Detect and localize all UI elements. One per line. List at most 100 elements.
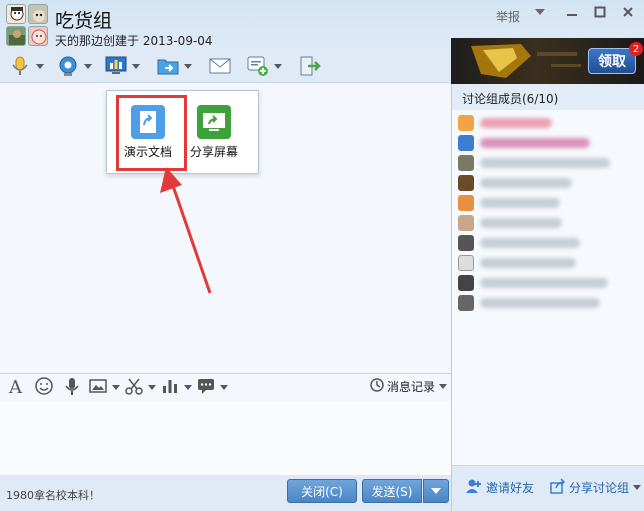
font-icon: A [6,376,26,399]
chevron-down-icon[interactable] [184,63,192,69]
member-name-blurred [480,298,600,308]
share-screen-option[interactable]: 分享屏幕 [179,97,249,169]
list-item[interactable] [458,274,608,292]
scissors-icon [124,376,144,399]
invite-friends-label: 邀请好友 [486,481,535,495]
chevron-down-icon [431,484,441,498]
svg-text:A: A [8,377,23,396]
avatar [458,195,474,211]
chat-bubble-icon [196,376,216,399]
member-name-blurred [480,138,590,148]
list-item[interactable] [458,114,552,132]
member-name-blurred [480,258,576,268]
avatar [458,115,474,131]
avatar [458,155,474,171]
avatar [458,275,474,291]
message-record-label: 消息记录 [387,380,436,394]
member-name-blurred [480,278,608,288]
chevron-down-icon[interactable] [84,63,92,69]
chevron-down-icon[interactable] [132,63,140,69]
add-app-icon [246,54,270,78]
member-name-blurred [480,118,552,128]
email-button[interactable] [208,54,232,78]
send-file-button[interactable] [156,54,192,78]
font-button[interactable]: A [6,376,26,399]
annotation-arrow [160,167,212,294]
share-group-button[interactable]: 分享讨论组 [550,478,642,497]
close-icon[interactable] [622,6,634,22]
list-item[interactable] [458,174,572,192]
list-item[interactable] [458,214,562,232]
smiley-icon [34,376,54,399]
message-input[interactable] [0,401,451,475]
list-item[interactable] [458,234,580,252]
voice-call-button[interactable] [8,54,44,78]
chart-button[interactable] [160,377,192,397]
annotation-highlight-box [116,95,187,171]
folder-arrow-icon [156,54,180,78]
app-add-button[interactable] [246,54,282,78]
clock-icon [370,378,384,395]
exit-group-button[interactable] [298,54,322,78]
list-item[interactable] [458,154,610,172]
share-screen-icon [197,105,231,139]
list-item[interactable] [458,194,560,212]
chevron-down-icon[interactable] [220,384,228,390]
more-tools-button[interactable] [196,377,228,397]
group-subtitle: 天的那边创建于 2013-09-04 [55,34,213,48]
monitor-chart-icon [104,54,128,78]
list-item[interactable] [458,254,576,272]
ad-slogan[interactable]: 1980拿名校本科！ [6,487,100,503]
report-link[interactable]: 举报 [496,8,520,25]
avatar [458,295,474,311]
member-avatar [28,26,48,46]
group-name: 吃货组 [55,10,113,32]
avatar [458,255,474,271]
notification-badge: 2 [629,42,643,56]
send-button[interactable]: 发送(S) [362,479,422,503]
chevron-down-icon[interactable] [112,384,120,390]
avatar [458,235,474,251]
exit-door-icon [298,54,322,78]
member-avatar [28,4,48,24]
webcam-icon [56,54,80,78]
add-user-icon [466,478,482,497]
voice-message-button[interactable] [62,377,82,397]
message-record-button[interactable]: 消息记录 [370,378,448,395]
chevron-down-icon [439,384,448,389]
image-button[interactable] [88,377,120,397]
screenshot-button[interactable] [124,377,156,397]
member-avatar [6,4,26,24]
chevron-down-icon[interactable] [184,384,192,390]
chevron-down-icon[interactable] [148,384,156,390]
avatar [458,175,474,191]
share-screen-label: 分享屏幕 [189,145,238,159]
member-name-blurred [480,238,580,248]
member-name-blurred [480,198,560,208]
avatar [458,215,474,231]
emoji-button[interactable] [34,376,54,399]
member-name-blurred [480,178,572,188]
invite-friends-button[interactable]: 邀请好友 [466,478,534,497]
list-item[interactable] [458,134,590,152]
member-name-blurred [480,218,562,228]
presentation-button[interactable] [104,54,140,78]
avatar [458,135,474,151]
video-call-button[interactable] [56,54,92,78]
chevron-down-icon[interactable] [36,63,44,69]
microphone-icon [8,54,32,78]
members-header: 讨论组成员(6/10) [452,84,644,110]
chevron-down-icon [633,485,642,490]
send-options-button[interactable] [423,479,449,503]
close-button[interactable]: 关闭(C) [287,479,357,503]
group-avatar[interactable] [6,4,50,48]
minimize-icon[interactable] [566,6,578,22]
chevron-down-icon[interactable] [274,63,282,69]
maximize-icon[interactable] [594,6,606,22]
list-item[interactable] [458,294,600,312]
member-name-blurred [480,158,610,168]
microphone-icon [62,376,82,399]
member-avatar [6,26,26,46]
bar-chart-icon [160,376,180,399]
chevron-down-icon[interactable] [534,6,546,22]
